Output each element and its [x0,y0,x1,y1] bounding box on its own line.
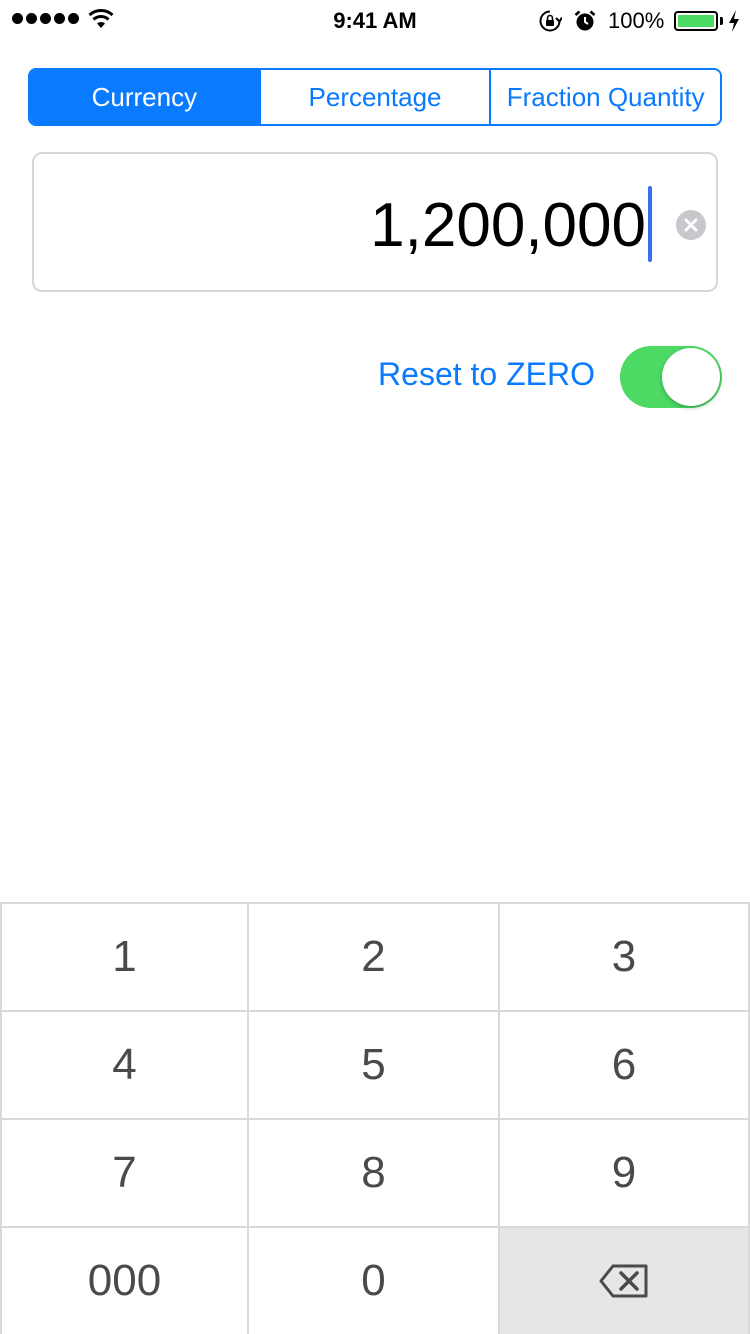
delete-key[interactable] [500,1228,750,1334]
status-bar: 9:41 AM 100% [0,0,750,40]
backspace-icon [599,1264,648,1298]
key-8[interactable]: 8 [249,1120,500,1228]
text-caret [648,186,652,262]
numeric-keypad: 1 2 3 4 5 6 7 8 9 000 0 [0,902,750,1334]
reset-to-zero-toggle[interactable] [620,346,722,408]
clear-circle-icon [684,218,698,232]
reset-to-zero-label: Reset to ZERO [378,356,595,392]
clear-button[interactable] [676,210,706,240]
key-0[interactable]: 0 [249,1228,500,1334]
alarm-icon [574,10,596,31]
segment-fraction-quantity[interactable]: Fraction Quantity [489,70,720,124]
segment-currency[interactable]: Currency [30,70,259,124]
key-9[interactable]: 9 [500,1120,750,1228]
key-000[interactable]: 000 [0,1228,249,1334]
mode-segmented-control: Currency Percentage Fraction Quantity [28,68,722,126]
battery-tip [720,17,723,25]
key-1[interactable]: 1 [0,904,249,1012]
battery-percentage: 100% [608,8,665,33]
key-2[interactable]: 2 [249,904,500,1012]
key-5[interactable]: 5 [249,1012,500,1120]
value-input-field[interactable]: 1,200,000 [32,152,718,292]
key-7[interactable]: 7 [0,1120,249,1228]
key-6[interactable]: 6 [500,1012,750,1120]
toggle-knob [662,348,720,406]
charging-bolt-icon [729,10,739,32]
value-text: 1,200,000 [370,191,646,260]
key-4[interactable]: 4 [0,1012,249,1120]
key-3[interactable]: 3 [500,904,750,1012]
rotation-lock-icon [539,10,562,32]
battery-icon [674,11,718,31]
segment-percentage[interactable]: Percentage [258,70,490,124]
